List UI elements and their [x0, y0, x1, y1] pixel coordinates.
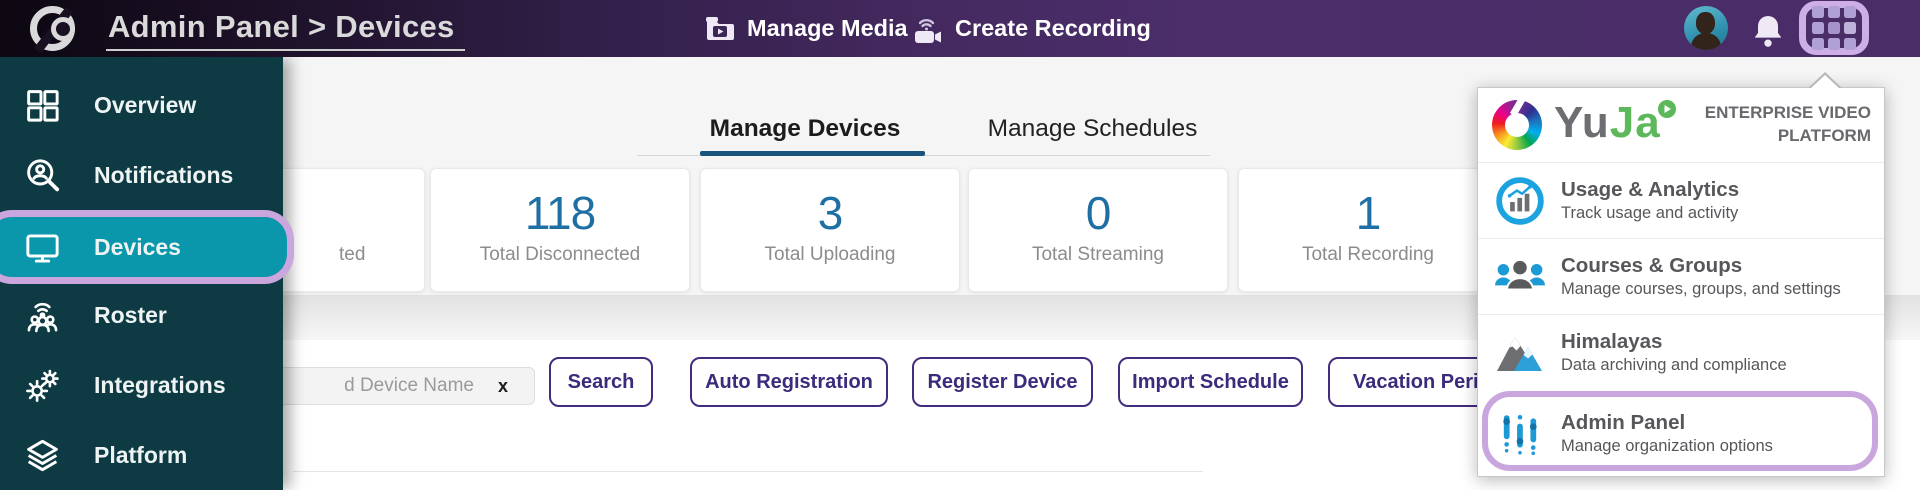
sliders-icon — [1494, 410, 1546, 458]
sidebar-label: Notifications — [94, 161, 234, 188]
menu-item-usage-analytics[interactable]: Usage & Analytics Track usage and activi… — [1478, 163, 1884, 238]
search-person-icon — [27, 158, 60, 191]
brand-tagline: ENTERPRISE VIDEO PLATFORM — [1705, 101, 1871, 148]
tagline-line2: PLATFORM — [1777, 126, 1871, 146]
create-recording-label: Create Recording — [955, 15, 1151, 41]
top-header: Admin Panel > Devices Manage Media Creat… — [0, 0, 1920, 57]
sidebar-item-overview[interactable]: Overview — [0, 75, 283, 135]
stat-card-uploading: 3 Total Uploading — [700, 168, 960, 292]
menu-item-title: Courses & Groups — [1561, 254, 1743, 277]
mountain-icon — [1494, 330, 1546, 374]
yuja-wordmark: YuJa — [1554, 98, 1677, 148]
content-divider — [293, 471, 1203, 472]
import-schedule-button[interactable]: Import Schedule — [1118, 357, 1303, 407]
menu-item-courses-groups[interactable]: Courses & Groups Manage courses, groups,… — [1478, 238, 1884, 314]
create-recording-button[interactable]: Create Recording — [912, 0, 1151, 57]
apps-dropdown-menu: YuJa ENTERPRISE VIDEO PLATFORM Usage & A… — [1477, 72, 1885, 478]
menu-item-admin-panel[interactable]: Admin Panel Manage organization options — [1478, 389, 1884, 478]
manage-media-label: Manage Media — [747, 15, 908, 41]
sidebar-label: Roster — [94, 301, 167, 328]
layers-icon — [27, 439, 58, 471]
recording-camera-icon — [915, 18, 941, 43]
sidebar-item-platform[interactable]: Platform — [0, 425, 283, 485]
stat-label: Total Recording — [1301, 244, 1435, 265]
play-badge-icon — [1657, 100, 1676, 118]
group-broadcast-icon — [27, 302, 58, 332]
stat-value: 118 — [524, 187, 596, 239]
app-window: Admin Panel > Devices Manage Media Creat… — [0, 0, 1920, 490]
apps-grid-button[interactable] — [1799, 1, 1869, 55]
media-folder-icon — [706, 17, 734, 40]
sidebar-nav: Overview Notifications Devices Roster In… — [0, 57, 294, 490]
menu-item-title: Usage & Analytics — [1561, 178, 1740, 201]
menu-item-subtitle: Track usage and activity — [1561, 204, 1739, 222]
stat-value: 1 — [1355, 187, 1382, 239]
sidebar-label: Overview — [94, 91, 197, 118]
monitor-icon — [26, 233, 59, 263]
menu-caret-fill — [1810, 75, 1840, 89]
brand-ja: Ja — [1609, 98, 1661, 147]
sidebar-item-devices[interactable]: Devices — [0, 217, 283, 277]
menu-brand-header: YuJa ENTERPRISE VIDEO PLATFORM — [1478, 88, 1884, 163]
tab-manage-schedules[interactable]: Manage Schedules — [965, 115, 1220, 143]
overview-grid-icon — [27, 89, 59, 122]
sidebar-label: Platform — [94, 441, 188, 468]
sidebar-label: Devices — [94, 233, 181, 260]
tagline-line1: ENTERPRISE VIDEO — [1704, 103, 1871, 122]
analytics-icon — [1494, 176, 1546, 226]
notifications-bell-button[interactable] — [1748, 11, 1788, 51]
register-device-button[interactable]: Register Device — [912, 357, 1093, 407]
menu-item-himalayas[interactable]: Himalayas Data archiving and compliance — [1478, 314, 1884, 389]
stat-label: Total Uploading — [764, 244, 896, 265]
stat-card-recording: 1 Total Recording — [1238, 168, 1498, 292]
menu-item-subtitle: Data archiving and compliance — [1561, 355, 1787, 374]
brand-yu: Yu — [1554, 98, 1610, 147]
sidebar-item-roster[interactable]: Roster — [0, 285, 283, 345]
menu-item-title: Himalayas — [1561, 329, 1663, 353]
device-name-filter-chip[interactable]: d Device Name x — [250, 367, 535, 405]
stat-label: Total Disconnected — [479, 244, 641, 265]
user-avatar[interactable] — [1684, 6, 1728, 50]
auto-registration-button[interactable]: Auto Registration — [690, 357, 888, 407]
sidebar-label: Integrations — [94, 371, 226, 398]
chip-label: d Device Name — [344, 375, 474, 396]
search-button[interactable]: Search — [549, 357, 653, 407]
groups-icon — [1494, 255, 1546, 299]
stat-value: 3 — [817, 187, 844, 239]
active-tab-underline — [700, 151, 925, 156]
gears-icon — [26, 369, 59, 402]
menu-item-subtitle: Manage organization options — [1561, 437, 1773, 455]
menu-item-title: Admin Panel — [1561, 411, 1686, 434]
stat-label: Total Streaming — [1031, 244, 1164, 265]
menu-item-subtitle: Manage courses, groups, and settings — [1561, 280, 1841, 298]
stat-card-streaming: 0 Total Streaming — [968, 168, 1228, 292]
stat-card-disconnected: 118 Total Disconnected — [430, 168, 690, 292]
yuja-logo-icon[interactable] — [30, 6, 75, 51]
sidebar-item-integrations[interactable]: Integrations — [0, 355, 283, 415]
breadcrumb[interactable]: Admin Panel > Devices — [106, 9, 465, 51]
bell-icon — [1754, 16, 1782, 47]
sidebar-item-notifications[interactable]: Notifications — [0, 145, 283, 205]
yuja-color-logo-icon — [1492, 100, 1542, 150]
stat-value: 0 — [1085, 187, 1112, 239]
manage-media-button[interactable]: Manage Media — [705, 0, 908, 57]
tab-manage-devices[interactable]: Manage Devices — [690, 115, 920, 143]
chip-close-icon[interactable]: x — [498, 376, 508, 397]
